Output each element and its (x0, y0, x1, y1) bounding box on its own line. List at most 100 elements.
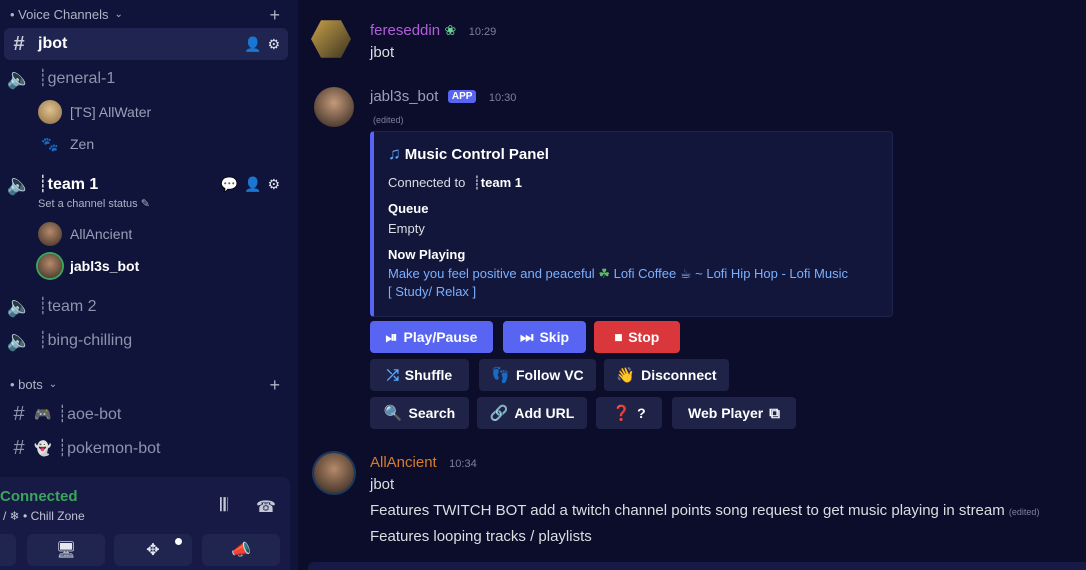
soundboard-wave-icon[interactable]: 𝄃𝄃 (220, 495, 228, 516)
status-text: Set a channel status (38, 198, 138, 210)
voice-connection-panel: Connected / ❄ • Chill Zone 𝄃𝄃 ☎ ▭ 🖥 ✥ 📣 (0, 477, 290, 570)
message-header: fereseddin ❀ 10:29 (370, 22, 496, 40)
voice-channels-category[interactable]: • Voice Channels ⌄ (10, 7, 123, 22)
track-title-part: Make you feel positive and peaceful (388, 266, 595, 281)
channel-sidebar: • Voice Channels ⌄ + # jbot 👤 ⚙ 🔈 ┊gener… (0, 0, 298, 570)
message-header: jabl3s_bot APP 10:30 (370, 88, 516, 106)
help-button[interactable]: ❓ ? (596, 397, 662, 429)
channel-jbot[interactable]: # jbot 👤 ⚙ (4, 28, 288, 60)
avatar (38, 254, 62, 278)
shuffle-icon: ⤮ (386, 366, 399, 384)
soundboard-button[interactable]: 📣 (202, 534, 280, 566)
clover-icon: ☘ (598, 266, 610, 281)
play-pause-icon: ⏯ (385, 328, 398, 346)
now-playing-track[interactable]: Make you feel positive and peaceful ☘ Lo… (388, 265, 883, 301)
text-channel-icon: # (13, 402, 25, 425)
channel-general-1[interactable]: 🔈 ┊general-1 (4, 62, 288, 94)
channel-pokemon-bot[interactable]: # 👻 ┊pokemon-bot (4, 432, 288, 464)
footprints-icon: 👣 (491, 367, 510, 384)
channel-team-2[interactable]: 🔈 ┊team 2 (4, 290, 288, 322)
button-label: Follow VC (516, 367, 584, 383)
speaker-icon: 🔈 (6, 295, 32, 318)
pencil-icon: ✎ (140, 198, 150, 210)
text-channel-icon: # (13, 32, 25, 55)
author-name[interactable]: jabl3s_bot (370, 88, 438, 105)
avatar[interactable] (314, 453, 354, 493)
skip-button[interactable]: ⏭ Skip (503, 321, 586, 353)
text-channel-icon: # (13, 436, 25, 459)
avatar (38, 100, 62, 124)
author-name[interactable]: AllAncient (370, 454, 437, 471)
channel-bing-chilling[interactable]: 🔈 ┊bing-chilling (4, 324, 288, 356)
stop-icon: ⏹ (614, 328, 623, 346)
chat-icon[interactable]: 💬 (221, 176, 238, 193)
invite-icon[interactable]: 👤 (244, 36, 261, 53)
author-name[interactable]: fereseddin (370, 22, 440, 39)
button-label: Shuffle (404, 367, 453, 383)
gamepad-icon: 🎮 (34, 405, 52, 422)
wave-icon: 👋 (616, 367, 636, 384)
music-note-icon: ♫ (388, 144, 401, 163)
add-url-button[interactable]: 🔗 Add URL (477, 397, 587, 429)
add-channel-icon[interactable]: + (269, 376, 280, 394)
activities-button[interactable]: ✥ (114, 534, 192, 566)
channel-label: ┊team 2 (38, 298, 97, 315)
voice-user-jabl3s[interactable]: jabl3s_bot (38, 254, 139, 278)
gear-icon[interactable]: ⚙ (267, 176, 280, 193)
question-mark-icon: ❓ (612, 405, 632, 422)
external-link-icon: ⧉ (769, 404, 780, 422)
chat-area: fereseddin ❀ 10:29 jbot jabl3s_bot APP 1… (298, 0, 1086, 570)
hangup-icon[interactable]: ☎ (256, 497, 276, 517)
edited-label: (edited) (1008, 507, 1040, 517)
disconnect-button[interactable]: 👋 Disconnect (604, 359, 729, 391)
app-badge: APP (447, 90, 477, 103)
avatar[interactable] (311, 20, 351, 58)
username: AllAncient (70, 226, 133, 242)
shuffle-button[interactable]: ⤮ Shuffle (370, 359, 469, 391)
bots-category[interactable]: • bots ⌄ (10, 377, 57, 392)
button-label: Add URL (514, 405, 575, 421)
button-label: Disconnect (641, 367, 717, 383)
channel-label: jbot (38, 35, 68, 52)
edited-label: (edited) (373, 115, 404, 125)
avatar[interactable] (314, 87, 354, 127)
gear-icon[interactable]: ⚙ (267, 36, 280, 53)
camera-button[interactable]: ▭ (0, 534, 16, 566)
follow-vc-button[interactable]: 👣 Follow VC (479, 359, 596, 391)
channel-status-setter[interactable]: Set a channel status ✎ (38, 197, 150, 210)
timestamp: 10:34 (449, 458, 477, 470)
avatar: 🐾 (41, 136, 59, 152)
embed-title-text: Music Control Panel (404, 145, 549, 163)
button-label: Play/Pause (403, 329, 478, 345)
button-label: Skip (539, 329, 570, 345)
embed-title: ♫ Music Control Panel (388, 144, 549, 164)
message-line: Features TWITCH BOT add a twitch channel… (370, 502, 1005, 519)
add-channel-icon[interactable]: + (269, 6, 280, 24)
voice-user-allwater[interactable]: [TS] AllWater (38, 100, 151, 124)
track-title-part: [ Study/ Relax ] (388, 284, 477, 299)
connection-channel[interactable]: / ❄ • Chill Zone (3, 509, 85, 523)
voice-user-allancient[interactable]: AllAncient (38, 222, 132, 246)
channel-team-1[interactable]: 🔈 ┊team 1 💬 👤 ⚙ (4, 168, 288, 200)
voice-user-zen[interactable]: 🐾 Zen (38, 132, 94, 156)
channel-label: ┊general-1 (38, 70, 116, 87)
timestamp: 10:30 (488, 92, 517, 104)
stop-button[interactable]: ⏹ Stop (594, 321, 680, 353)
search-button[interactable]: 🔍 Search (370, 397, 469, 429)
channel-label: ┊team 1 (38, 176, 99, 193)
web-player-button[interactable]: Web Player ⧉ (672, 397, 796, 429)
ghost-icon: 👻 (34, 439, 52, 456)
play-pause-button[interactable]: ⏯ Play/Pause (370, 321, 493, 353)
message-composer[interactable] (308, 562, 1086, 570)
soundboard-icon: 📣 (231, 542, 251, 559)
message-text: jbot (370, 476, 395, 493)
connected-channel[interactable]: ┊team 1 (473, 175, 522, 190)
screenshare-button[interactable]: 🖥 (27, 534, 105, 566)
button-label: Stop (628, 329, 660, 345)
message-header: AllAncient 10:34 (370, 454, 477, 472)
channel-aoe-bot[interactable]: # 🎮 ┊aoe-bot (4, 398, 288, 430)
avatar (38, 222, 62, 246)
invite-icon[interactable]: 👤 (244, 176, 261, 193)
connected-line: Connected to ┊team 1 (388, 175, 522, 191)
queue-value: Empty (388, 221, 425, 236)
